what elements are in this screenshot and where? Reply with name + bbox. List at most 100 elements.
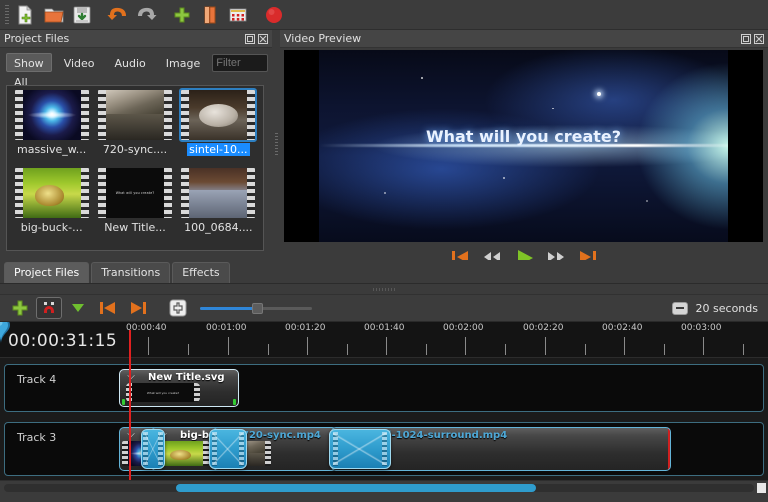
clip-thumb-overlay-text: What will you create? [147,391,179,395]
scrollbar-thumb[interactable] [176,484,536,492]
float-preview-icon[interactable] [741,34,751,44]
filmstrip-icon [181,90,255,140]
project-file-item[interactable]: 100_0684.... [177,168,260,246]
clip-fade-in-handle[interactable] [122,399,125,405]
undo-icon[interactable] [104,2,132,28]
timeline-ruler[interactable]: 00:00:31:15 00:00:4000:01:0000:01:2000:0… [0,322,768,358]
project-file-item[interactable]: sintel-10... [177,90,260,168]
redo-icon[interactable] [132,2,160,28]
playhead-line[interactable] [129,330,131,480]
file-preview-image [189,90,247,140]
project-file-name: 100_0684.... [184,221,252,234]
ruler-major-tick [545,337,546,355]
track-row-3[interactable]: Track 3 ⌵ m ⌵ big-buck- ⌵ [0,420,768,478]
track-3-body[interactable]: Track 3 ⌵ m ⌵ big-buck- ⌵ [4,422,764,476]
clip-fade-out-handle[interactable] [233,399,236,405]
project-file-item[interactable]: 720-sync.... [93,90,176,168]
tab-effects[interactable]: Effects [172,262,229,283]
filter-input[interactable] [212,54,268,72]
track-4-body[interactable]: Track 4 ⌵ New Title.svg What will you cr… [4,364,764,412]
file-preview-image [23,90,81,140]
file-preview-image [106,90,164,140]
tab-transitions[interactable]: Transitions [91,262,170,283]
add-marker-button[interactable] [64,296,92,320]
choose-profile-icon[interactable] [196,2,224,28]
next-marker-button[interactable] [124,296,152,320]
project-file-item[interactable]: massive_w... [10,90,93,168]
file-preview-image [23,168,81,218]
timeline-zoom-slider[interactable] [200,297,312,319]
video-preview-panel-title: Video Preview [280,30,768,48]
ruler-minor-tick [664,344,665,355]
timeline[interactable]: 00:00:31:15 00:00:4000:01:0000:01:2000:0… [0,322,768,480]
close-preview-icon[interactable] [754,34,764,44]
track-row-4[interactable]: Track 4 ⌵ New Title.svg What will you cr… [0,362,768,414]
open-project-icon[interactable] [40,2,68,28]
track-4-label: Track 4 [17,373,56,386]
project-file-thumbnail[interactable] [181,90,255,140]
ruler-major-tick [148,337,149,355]
ruler-major-tick [624,337,625,355]
center-playhead-button[interactable] [164,296,192,320]
timeline-horizontal-scrollbar[interactable] [0,480,768,494]
snapping-toggle-button[interactable] [36,297,62,319]
ruler-minor-tick [505,344,506,355]
openshot-window: Project Files Show All Video Audio Image [0,0,768,502]
file-filter-bar: Show All Video Audio Image [0,48,272,74]
filter-show-all-button[interactable]: Show All [6,53,52,72]
project-files-grid[interactable]: massive_w...720-sync.... sintel-10... big-… [6,85,264,251]
panel-splitter-horizontal[interactable] [0,284,768,294]
zoom-out-button[interactable] [672,302,688,315]
add-track-button[interactable] [6,296,34,320]
file-preview-image [189,168,247,218]
clip-menu-chevron-icon[interactable]: ⌵ [125,430,137,439]
close-panel-icon[interactable] [258,34,268,44]
clip-menu-chevron-icon[interactable]: ⌵ [125,372,137,381]
transition-fade-3[interactable] [329,429,391,469]
ruler-minor-tick [743,344,744,355]
zoom-slider-knob[interactable] [252,303,263,314]
transition-fade-2[interactable] [209,429,247,469]
project-file-thumbnail[interactable] [181,168,255,218]
file-preview-image: What will you create? [106,168,164,218]
scrollbar-end-marker[interactable] [757,483,766,493]
playhead-timecode: 00:00:31:15 [8,331,117,351]
track-3-label: Track 3 [17,431,56,444]
toolbar-grip[interactable] [2,4,12,26]
project-file-thumbnail[interactable] [98,90,172,140]
panel-splitter-vertical[interactable] [272,30,280,258]
clip-new-title-svg[interactable]: ⌵ New Title.svg What will you create? [119,369,239,407]
clip-name-label: 720-sync.mp4 [242,430,321,441]
project-file-thumbnail[interactable]: What will you create? [98,168,172,218]
ruler-time-label: 00:01:20 [285,323,325,333]
import-files-icon[interactable] [168,2,196,28]
export-video-icon[interactable] [260,2,288,28]
float-panel-icon[interactable] [245,34,255,44]
status-bar [0,494,768,502]
filter-image-button[interactable]: Image [158,53,208,72]
tab-project-files[interactable]: Project Files [4,262,89,283]
project-file-thumbnail[interactable] [15,168,89,218]
ruler-minor-tick [347,344,348,355]
new-project-icon[interactable] [12,2,40,28]
filmstrip-icon: What will you create? [98,168,172,218]
previous-marker-button[interactable] [94,296,122,320]
project-file-name: sintel-10... [187,143,249,156]
fullscreen-icon[interactable] [224,2,252,28]
ruler-major-tick [307,337,308,355]
transition-fade-1[interactable] [141,429,165,469]
video-preview-canvas[interactable]: What will you create? [284,50,763,242]
timeline-toolbar: 20 seconds [0,294,768,322]
ruler-major-tick [703,337,704,355]
project-file-item[interactable]: big-buck-... [10,168,93,246]
filter-video-button[interactable]: Video [56,53,103,72]
filter-audio-button[interactable]: Audio [107,53,154,72]
save-project-icon[interactable] [68,2,96,28]
filmstrip-icon [181,168,255,218]
clip-trim-handle[interactable] [668,428,670,470]
playhead-handle[interactable] [0,322,12,346]
ruler-time-label: 00:02:40 [602,323,642,333]
project-file-thumbnail[interactable] [15,90,89,140]
project-file-item[interactable]: What will you create?New Title... [93,168,176,246]
project-files-panel: Project Files Show All Video Audio Image [0,30,272,258]
